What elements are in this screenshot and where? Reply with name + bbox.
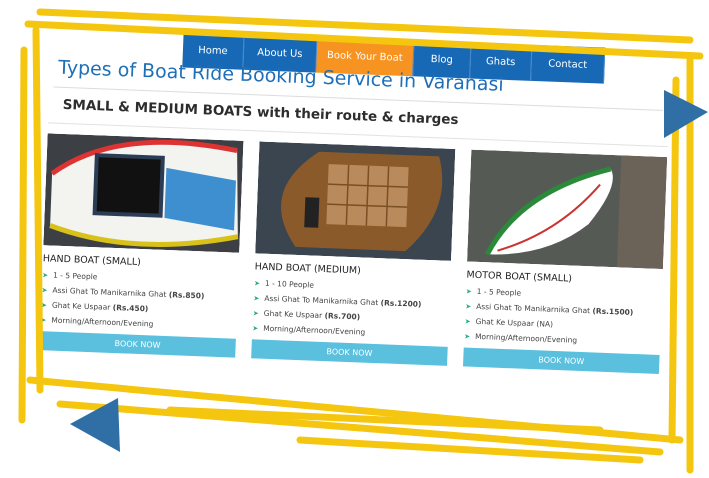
arrow-right-icon: ➤ xyxy=(465,286,472,296)
feature-timing: ➤ Morning/Afternoon/Evening xyxy=(40,315,154,329)
book-now-button[interactable]: BOOK NOW xyxy=(251,339,448,366)
arrow-right-icon: ➤ xyxy=(41,285,48,294)
arrow-right-icon: ➤ xyxy=(465,301,472,311)
feature-route-1: ➤ Assi Ghat To Manikarnika Ghat (Rs.1200) xyxy=(253,293,422,309)
boat-cards: HAND BOAT (SMALL) ➤ 1 - 5 People ➤ Assi Gh… xyxy=(36,122,668,439)
arrow-right-icon: ➤ xyxy=(40,315,47,324)
arrow-right-icon: ➤ xyxy=(253,278,261,288)
webpage: Home About Us Book Your Boat Blog Ghats … xyxy=(26,18,674,450)
book-now-button[interactable]: BOOK NOW xyxy=(462,347,660,374)
feature-timing: ➤ Morning/Afternoon/Evening xyxy=(464,331,578,345)
arrow-right-icon: ➤ xyxy=(40,300,48,309)
feature-route-1: ➤ Assi Ghat To Manikarnika Ghat (Rs.850) xyxy=(41,285,205,301)
boat-photo xyxy=(255,141,456,261)
section-subtitle: SMALL & MEDIUM BOATS with their route & … xyxy=(62,96,459,129)
feature-route-1: ➤ Assi Ghat To Manikarnika Ghat (Rs.1500) xyxy=(465,301,634,317)
arrow-right-icon: ➤ xyxy=(42,270,49,279)
arrow-right-icon: ➤ xyxy=(253,293,260,303)
feature-timing: ➤ Morning/Afternoon/Evening xyxy=(252,323,366,337)
boat-card: HAND BOAT (SMALL) ➤ 1 - 5 People ➤ Assi Gh… xyxy=(39,133,244,358)
feature-route-2: ➤ Ghat Ke Uspaar (Rs.450) xyxy=(40,300,149,314)
boat-name: MOTOR BOAT (SMALL) xyxy=(466,269,573,285)
feature-capacity: ➤ 1 - 5 People xyxy=(465,286,522,298)
nav-contact[interactable]: Contact xyxy=(531,44,606,84)
screenshot-stage: Home About Us Book Your Boat Blog Ghats … xyxy=(0,0,709,478)
feature-route-2: ➤ Ghat Ke Uspaar (NA) xyxy=(464,316,554,329)
feature-capacity: ➤ 1 - 10 People xyxy=(253,278,315,290)
arrow-right-icon: ➤ xyxy=(252,323,259,333)
feature-route-2: ➤ Ghat Ke Uspaar (Rs.700) xyxy=(252,308,361,322)
boat-name: HAND BOAT (SMALL) xyxy=(42,253,142,268)
boat-photo xyxy=(467,149,668,270)
feature-capacity: ➤ 1 - 5 People xyxy=(42,270,98,282)
arrow-right-icon: ➤ xyxy=(252,308,259,318)
boat-card: HAND BOAT (MEDIUM) ➤ 1 - 10 People ➤ Assi … xyxy=(251,141,456,366)
boat-name: HAND BOAT (MEDIUM) xyxy=(254,261,362,277)
arrow-right-icon: ➤ xyxy=(464,331,471,341)
boat-photo xyxy=(43,133,244,253)
book-now-button[interactable]: BOOK NOW xyxy=(39,331,236,358)
arrow-right-icon: ➤ xyxy=(464,316,471,326)
boat-card: MOTOR BOAT (SMALL) ➤ 1 - 5 People ➤ Assi G… xyxy=(462,149,668,374)
